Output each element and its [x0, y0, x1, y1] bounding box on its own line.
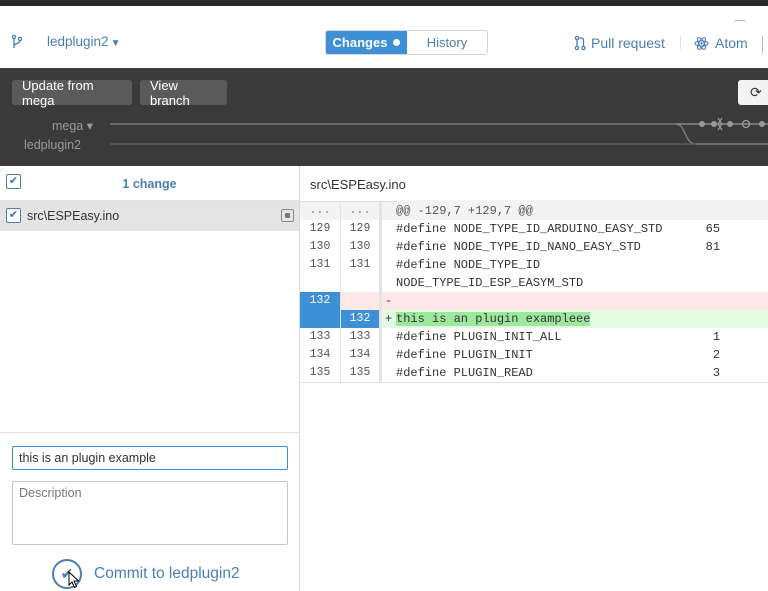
line-marker	[382, 238, 396, 256]
branch-label-local: ledplugin2	[24, 138, 81, 152]
diff-panel: src\ESPEasy.ino ... ... @@ -129,7 +129,7…	[300, 166, 768, 591]
new-line-number: 132	[341, 310, 382, 328]
file-checkbox[interactable]: ✔	[6, 208, 21, 223]
old-line-number: 130	[300, 238, 341, 256]
old-line-number: 132	[300, 292, 341, 310]
pull-request-label: Pull request	[591, 35, 665, 51]
branch-bar: Update from mega View branch ⟳ mega ▾ le…	[0, 68, 768, 166]
commit-button-label: Commit to ledplugin2	[94, 565, 240, 582]
repository-name: ledplugin2	[47, 34, 109, 49]
new-line-number: 135	[341, 364, 382, 382]
changed-file-row[interactable]: ✔ src\ESPEasy.ino	[0, 201, 299, 231]
line-marker: -	[385, 294, 393, 308]
tab-history[interactable]: History	[407, 31, 487, 54]
minimize-button[interactable]	[735, 15, 745, 21]
changes-dot-icon	[393, 39, 401, 46]
line-marker: +	[385, 312, 393, 326]
line-code: #define NODE_TYPE_ID NODE_TYPE_ID_ESP_EA…	[396, 258, 584, 290]
atom-label: Atom	[715, 35, 748, 51]
commit-form: ✔ Commit to ledplugin2	[0, 432, 299, 591]
new-line-number: 129	[341, 220, 382, 238]
line-marker	[382, 328, 396, 346]
tab-history-label: History	[426, 35, 468, 50]
commit-description-field[interactable]	[12, 481, 288, 545]
open-in-atom-button[interactable]: Atom	[694, 33, 748, 53]
caret-down-icon: ▼	[110, 38, 121, 49]
toolbar-divider	[680, 36, 681, 50]
old-line-number: 133	[300, 328, 341, 346]
new-line-number: ...	[341, 202, 382, 220]
line-marker	[382, 346, 396, 364]
hunk-text: @@ -129,7 +129,7 @@	[396, 200, 768, 220]
old-line-number: 129	[300, 220, 341, 238]
line-code: #define PLUGIN_READ 3	[396, 366, 721, 380]
view-branch-button[interactable]: View branch	[140, 78, 227, 108]
pull-request-icon	[574, 35, 586, 51]
new-line-number: 134	[341, 346, 382, 364]
commit-button[interactable]: ✔ Commit to ledplugin2	[52, 559, 240, 589]
sync-button[interactable]: ⟳	[738, 80, 768, 105]
toolbar-edge	[762, 36, 768, 54]
line-marker	[382, 256, 396, 292]
line-code: #define NODE_TYPE_ID_ARDUINO_EASY_STD 65	[396, 222, 721, 236]
changed-file-name: src\ESPEasy.ino	[27, 209, 120, 223]
new-line-number: 131	[341, 256, 382, 292]
repository-selector[interactable]: ledplugin2 ▼	[47, 34, 120, 49]
line-marker	[382, 364, 396, 382]
toolbar: ledplugin2 ▼ Changes History Pull request…	[0, 6, 768, 68]
changes-panel: ✔ 1 change ✔ src\ESPEasy.ino ✔ Commit to…	[0, 166, 300, 591]
atom-icon	[694, 36, 709, 50]
old-line-number: 135	[300, 364, 341, 382]
pull-request-button[interactable]: Pull request	[574, 33, 665, 53]
mouse-pointer-icon	[68, 571, 80, 589]
tab-changes-label: Changes	[332, 35, 388, 50]
old-line-number: 134	[300, 346, 341, 364]
diff-view: ... ... @@ -129,7 +129,7 @@ 129 129 #def…	[300, 200, 768, 383]
added-text-highlight: this is an plugin exampleee	[396, 312, 591, 326]
line-code: #define PLUGIN_INIT_ALL 1	[396, 330, 721, 344]
changes-header: ✔ 1 change	[0, 166, 299, 201]
diff-line: 135 135 #define PLUGIN_READ 3	[300, 364, 768, 382]
commit-summary-input[interactable]	[12, 446, 288, 470]
tab-changes[interactable]: Changes	[326, 31, 407, 54]
new-line-number: 130	[341, 238, 382, 256]
old-line-number	[300, 310, 341, 328]
new-line-number	[341, 292, 382, 310]
old-line-number: ...	[300, 202, 341, 220]
change-count: 1 change	[122, 177, 177, 191]
git-branch-icon[interactable]	[10, 34, 24, 50]
view-switcher: Changes History	[325, 30, 488, 55]
branch-label-mega[interactable]: mega ▾	[0, 118, 93, 133]
line-code: this is an plugin exampleee	[396, 308, 768, 328]
new-line-number: 133	[341, 328, 382, 346]
old-line-number: 131	[300, 256, 341, 292]
diff-line: 131 131 #define NODE_TYPE_ID NODE_TYPE_I…	[300, 256, 768, 292]
modified-icon	[281, 209, 294, 222]
sync-icon: ⟳	[750, 84, 762, 100]
line-code	[396, 290, 768, 310]
line-code: #define PLUGIN_INIT 2	[396, 348, 721, 362]
diff-file-path: src\ESPEasy.ino	[310, 177, 406, 192]
line-marker	[382, 220, 396, 238]
line-code: #define NODE_TYPE_ID_NANO_EASY_STD 81	[396, 240, 721, 254]
update-from-branch-button[interactable]: Update from mega	[12, 78, 132, 108]
